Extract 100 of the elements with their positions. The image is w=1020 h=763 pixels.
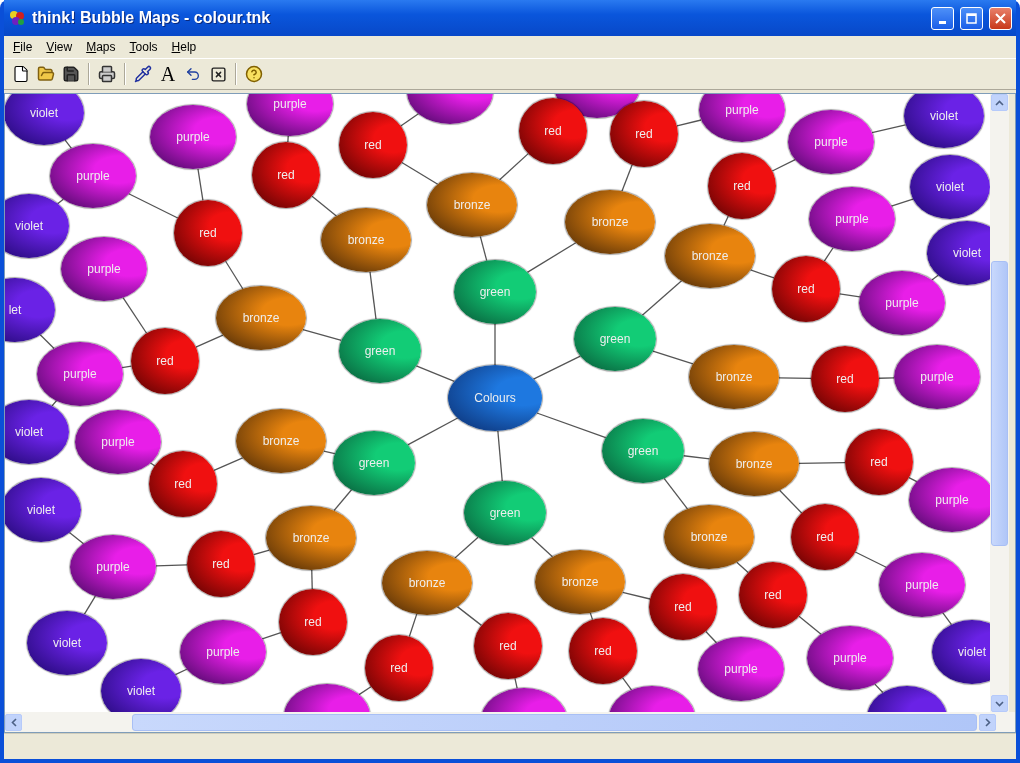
topic-bubble: red <box>252 142 320 208</box>
connector-line <box>369 271 377 320</box>
topic-bubble: violet <box>927 221 990 285</box>
maximize-button[interactable] <box>960 6 983 30</box>
topic-bubble: purple <box>909 468 990 532</box>
scroll-down-icon[interactable] <box>991 695 1008 712</box>
connector-line <box>479 235 488 262</box>
topic-bubble: purple <box>61 237 147 301</box>
topic-bubble: red <box>187 531 255 597</box>
scroll-thumb[interactable] <box>132 713 977 731</box>
topic-bubble: red <box>131 328 199 394</box>
topic-bubble: bronze <box>382 551 472 615</box>
topic-bubble: purple <box>75 410 161 474</box>
connector-line <box>333 489 353 512</box>
minimize-button[interactable] <box>931 6 954 30</box>
topic-bubble: violet <box>904 94 984 148</box>
topic-bubble: red <box>610 101 678 167</box>
connector-line <box>499 152 529 181</box>
connector-line <box>874 683 884 694</box>
topic-bubble: violet <box>910 155 990 219</box>
connector-line <box>908 476 918 483</box>
scroll-up-icon[interactable] <box>991 94 1008 111</box>
vertical-scrollbar[interactable] <box>990 94 1009 712</box>
scroll-right-icon[interactable] <box>979 713 996 731</box>
scroll-left-icon[interactable] <box>5 713 22 731</box>
topic-bubble: bronze <box>236 409 326 473</box>
text-tool-button[interactable]: A <box>157 63 179 85</box>
topic-bubble: bronze <box>321 208 411 272</box>
menu-item[interactable]: View <box>41 38 78 56</box>
connector-line <box>68 531 85 545</box>
connector-line <box>771 159 796 172</box>
connector-line <box>641 280 683 316</box>
connector-line <box>798 615 822 635</box>
close-button[interactable] <box>989 6 1012 30</box>
topic-bubble: red <box>649 574 717 640</box>
connector-line <box>749 269 775 279</box>
topic-bubble: bronze <box>216 286 306 350</box>
topic-bubble: purple <box>50 144 136 208</box>
connector-line <box>149 462 156 467</box>
topic-bubble: purple <box>37 342 123 406</box>
pipette-icon[interactable] <box>132 63 154 85</box>
connector-line <box>39 334 55 350</box>
connector-line <box>64 139 73 149</box>
topic-bubble: red <box>739 562 807 628</box>
topic-bubble: red <box>708 153 776 219</box>
connector-line <box>454 536 479 559</box>
connector-line <box>401 161 439 185</box>
connector-line <box>890 198 914 207</box>
menu-item[interactable]: Tools <box>124 38 163 56</box>
connector-line <box>122 297 148 334</box>
connector-line <box>197 168 204 201</box>
topic-bubble: purple <box>788 110 874 174</box>
topic-bubble: green <box>602 419 684 483</box>
topic-bubble: violet <box>27 611 107 675</box>
topic-bubble: green <box>333 431 415 495</box>
topic-bubble: red <box>519 98 587 164</box>
connector-line <box>838 293 861 298</box>
topic-bubble: red <box>569 618 637 684</box>
topic-bubble: purple <box>247 94 333 136</box>
connector-line <box>287 135 289 143</box>
topic-bubble: purple <box>807 626 893 690</box>
connector-line <box>494 323 496 366</box>
topic-bubble: green <box>574 307 656 371</box>
topic-bubble: red <box>845 429 913 495</box>
topic-bubble: purple <box>70 535 156 599</box>
connector-line <box>155 564 188 567</box>
topic-bubble: violet <box>5 478 81 542</box>
connector-line <box>682 455 711 460</box>
menu-item[interactable]: File <box>8 38 38 56</box>
connector-line <box>931 274 939 281</box>
topic-bubble: purple <box>180 620 266 684</box>
topic-bubble: purple <box>879 553 965 617</box>
topic-bubble: bronze <box>664 505 754 569</box>
topic-bubble: red <box>811 346 879 412</box>
connector-line <box>83 595 96 615</box>
help-icon[interactable] <box>243 63 265 85</box>
topic-bubble: purple <box>809 187 895 251</box>
connector-line <box>621 164 633 192</box>
topic-bubble: red <box>174 200 242 266</box>
connector-line <box>536 412 607 439</box>
connector-line <box>621 591 651 600</box>
menu-item[interactable]: Help <box>166 38 202 56</box>
topic-bubble: red <box>791 504 859 570</box>
topic-bubble: purple <box>859 271 945 335</box>
printer-icon[interactable] <box>96 63 118 85</box>
app-logo-icon <box>8 9 26 27</box>
connector-line <box>526 242 577 273</box>
scroll-thumb[interactable] <box>991 261 1008 546</box>
connector-line <box>942 612 953 626</box>
topic-bubble: bronze <box>535 550 625 614</box>
topic-bubble: bronze <box>709 432 799 496</box>
horizontal-scrollbar[interactable] <box>5 712 1015 732</box>
connector-line <box>415 365 456 383</box>
connector-line <box>778 489 803 514</box>
connector-line <box>652 350 694 365</box>
topic-bubble: red <box>772 256 840 322</box>
topic-bubble: red <box>474 613 542 679</box>
connector-line <box>252 549 270 556</box>
menu-item[interactable]: Maps <box>81 38 121 56</box>
topic-bubble: purple <box>150 105 236 169</box>
